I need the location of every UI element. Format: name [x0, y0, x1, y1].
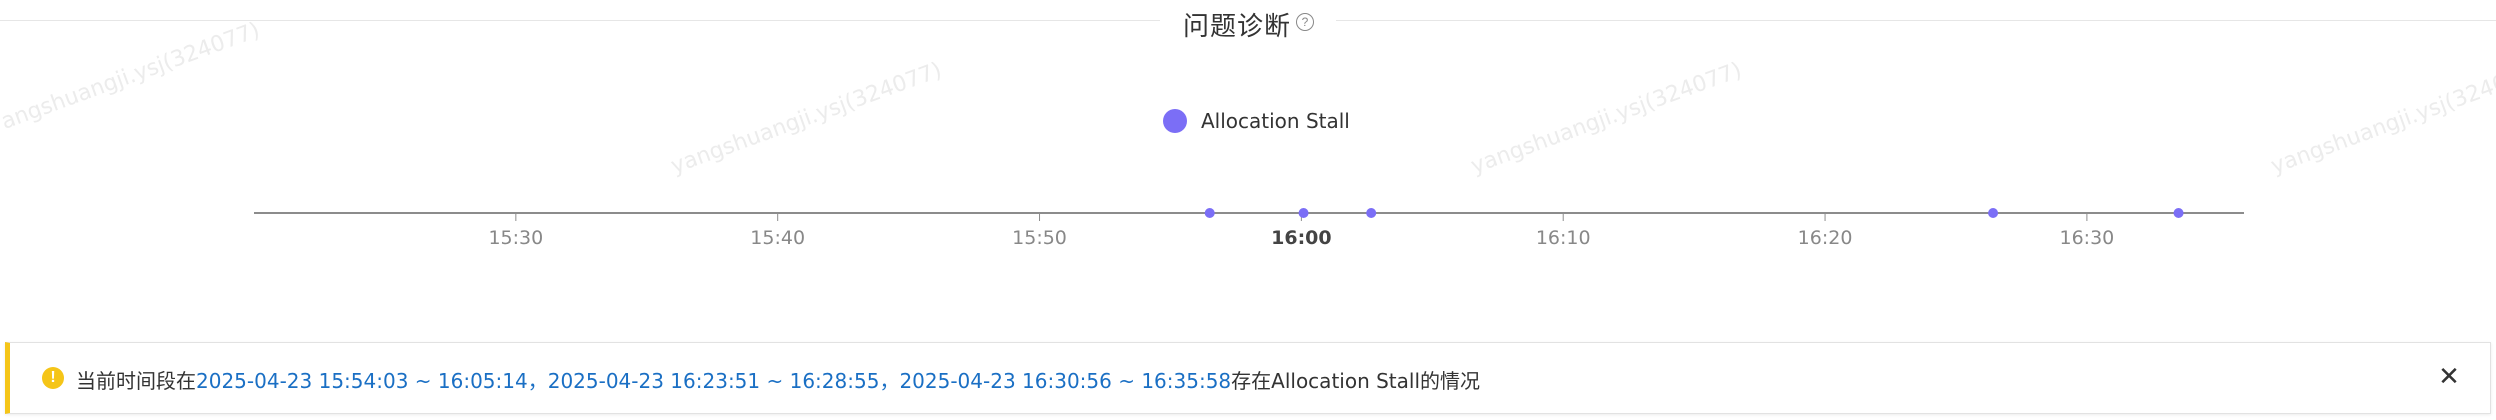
data-point[interactable] — [1298, 208, 1309, 218]
alert-range: 2025-04-23 15:54:03 ~ 16:05:14 — [196, 369, 528, 393]
alert-range: 2025-04-23 16:30:56 ~ 16:35:58 — [899, 369, 1232, 393]
x-tick-label: 15:40 — [750, 227, 805, 249]
x-tick-label: 16:10 — [1536, 227, 1591, 249]
x-tick-label: 16:00 — [1271, 227, 1331, 249]
timeline-chart: 15:30 15:40 15:50 16:00 16:10 16:20 16:30 — [254, 208, 2244, 249]
alert-suffix: 存在Allocation Stall的情况 — [1231, 369, 1481, 393]
data-point[interactable] — [2173, 208, 2184, 218]
x-tick-label: 15:30 — [488, 227, 543, 249]
alert-message: 当前时间段在2025-04-23 15:54:03 ~ 16:05:14，202… — [76, 365, 1480, 394]
data-point[interactable] — [1204, 208, 1215, 218]
alert-range: 2025-04-23 16:23:51 ~ 16:28:55 — [547, 369, 880, 393]
data-point[interactable] — [1366, 208, 1377, 218]
x-tick-label: 16:30 — [2060, 227, 2115, 249]
alert-separator: ， — [879, 369, 900, 393]
close-icon[interactable]: ✕ — [2434, 361, 2464, 391]
alert-prefix: 当前时间段在 — [76, 369, 196, 393]
x-tick-label: 15:50 — [1012, 227, 1067, 249]
data-point[interactable] — [1988, 208, 1999, 218]
warning-circle-icon: ! — [42, 367, 64, 389]
alert-separator: ， — [527, 369, 548, 393]
x-tick-label: 16:20 — [1798, 227, 1853, 249]
alert-banner: ! 当前时间段在2025-04-23 15:54:03 ~ 16:05:14，2… — [5, 342, 2491, 414]
